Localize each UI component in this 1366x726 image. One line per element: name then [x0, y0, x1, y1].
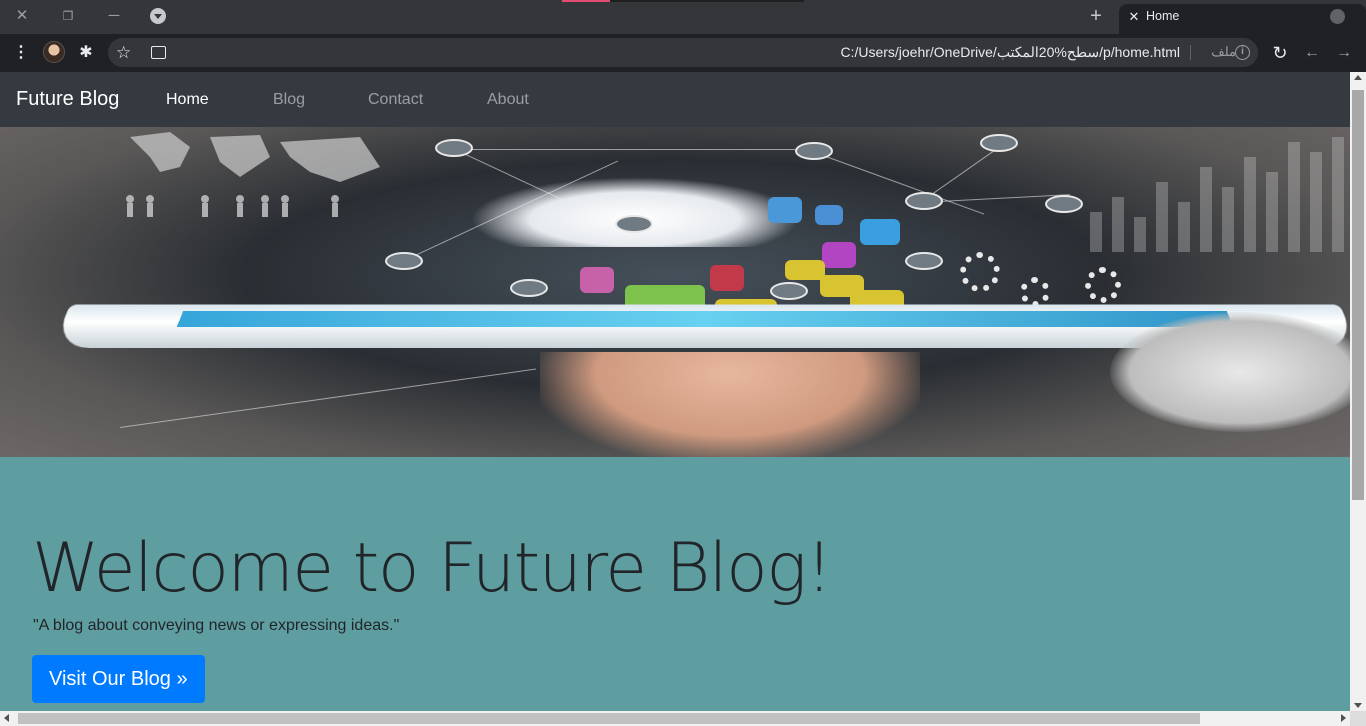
- tagline: "A blog about conveying news or expressi…: [33, 617, 400, 634]
- network-node: [510, 279, 548, 297]
- browser-toolbar: ⋮ ✱ ☆ C:/Users/joehr/OneDrive/سطح%20المك…: [0, 34, 1366, 72]
- restore-window-icon[interactable]: ❐: [56, 5, 80, 27]
- address-bar[interactable]: ☆ C:/Users/joehr/OneDrive/سطح%20المكتب/p…: [108, 38, 1258, 67]
- network-node: [770, 282, 808, 300]
- horizontal-scrollbar[interactable]: [0, 711, 1350, 726]
- decorative-strip-dark: [610, 0, 804, 2]
- tablet-screen-graphic: [176, 310, 1234, 328]
- network-node: [795, 142, 833, 160]
- brand-logo-link[interactable]: Future Blog: [16, 88, 119, 111]
- network-node: [905, 192, 943, 210]
- scrollbar-corner: [1350, 711, 1366, 726]
- bar-graph-graphic: [1070, 132, 1350, 252]
- network-node: [1045, 195, 1083, 213]
- pie-chart-graphic: [1110, 312, 1350, 432]
- network-node: [435, 139, 473, 157]
- nav-link-home[interactable]: Home: [166, 91, 209, 109]
- site-navbar: Future Blog Home Blog Contact About: [0, 72, 1350, 127]
- close-window-icon[interactable]: ✕: [10, 5, 34, 27]
- scheme-label: ملف: [1211, 44, 1236, 59]
- extensions-puzzle-icon[interactable]: ✱: [74, 42, 98, 64]
- hero-image: [0, 127, 1350, 457]
- network-node: [905, 252, 943, 270]
- gear-icon: [960, 252, 1000, 292]
- vertical-scrollbar[interactable]: [1350, 72, 1366, 711]
- tab-close-icon[interactable]: ✕: [1126, 9, 1142, 25]
- network-node: [385, 252, 423, 270]
- visit-blog-button[interactable]: Visit Our Blog »: [32, 655, 205, 703]
- scroll-left-arrow-icon[interactable]: [4, 714, 9, 722]
- bookmark-star-icon[interactable]: ☆: [116, 43, 131, 63]
- site-info-icon[interactable]: i: [1235, 45, 1250, 60]
- vertical-scroll-thumb[interactable]: [1352, 90, 1364, 500]
- decorative-strip: [562, 0, 610, 2]
- reload-icon[interactable]: ↻: [1268, 42, 1292, 64]
- network-node: [980, 134, 1018, 152]
- nav-link-contact[interactable]: Contact: [368, 91, 423, 109]
- page-title: Welcome to Future Blog!: [32, 529, 833, 608]
- gear-icon: [1085, 267, 1121, 303]
- scroll-down-arrow-icon[interactable]: [1354, 703, 1362, 708]
- lock-app-icon: [815, 205, 843, 225]
- url-text[interactable]: C:/Users/joehr/OneDrive/سطح%20المكتب/p/h…: [840, 44, 1180, 61]
- forward-arrow-icon[interactable]: ←: [1300, 42, 1324, 64]
- screen-share-icon[interactable]: [151, 46, 166, 59]
- gear-icon: [1020, 277, 1050, 307]
- tab-title: Home: [1146, 9, 1180, 23]
- network-node: [615, 215, 653, 233]
- menu-kebab-icon[interactable]: ⋮: [9, 42, 33, 64]
- nav-link-about[interactable]: About: [487, 91, 529, 109]
- page-viewport: Future Blog Home Blog Contact About Welc…: [0, 72, 1350, 711]
- back-arrow-icon[interactable]: →: [1332, 42, 1356, 64]
- scroll-up-arrow-icon[interactable]: [1354, 75, 1362, 80]
- hand-graphic: [540, 352, 920, 457]
- new-tab-button[interactable]: +: [1085, 5, 1107, 27]
- document-app-icon: [822, 242, 856, 268]
- profile-avatar[interactable]: [43, 41, 65, 63]
- omnibox-separator: [1190, 45, 1191, 60]
- browser-tab-strip: ✕ ❐ ─ + ✕ Home: [0, 0, 1366, 34]
- world-map-graphic: [126, 132, 380, 217]
- nav-link-blog[interactable]: Blog: [273, 91, 305, 109]
- camera-app-icon: [860, 219, 900, 245]
- chat-app-icon: [785, 260, 825, 280]
- horizontal-scroll-thumb[interactable]: [18, 713, 1200, 724]
- minimize-window-icon[interactable]: ─: [102, 5, 126, 27]
- jumbotron: Welcome to Future Blog! "A blog about co…: [0, 457, 1350, 711]
- tab-search-icon[interactable]: [150, 8, 166, 24]
- cloud-graphic: [470, 177, 800, 247]
- globe-app-icon: [768, 197, 802, 223]
- scroll-right-arrow-icon[interactable]: [1341, 714, 1346, 722]
- folder-app-icon: [580, 267, 614, 293]
- laptop-app-icon: [710, 265, 744, 291]
- globe-icon: [1330, 9, 1345, 24]
